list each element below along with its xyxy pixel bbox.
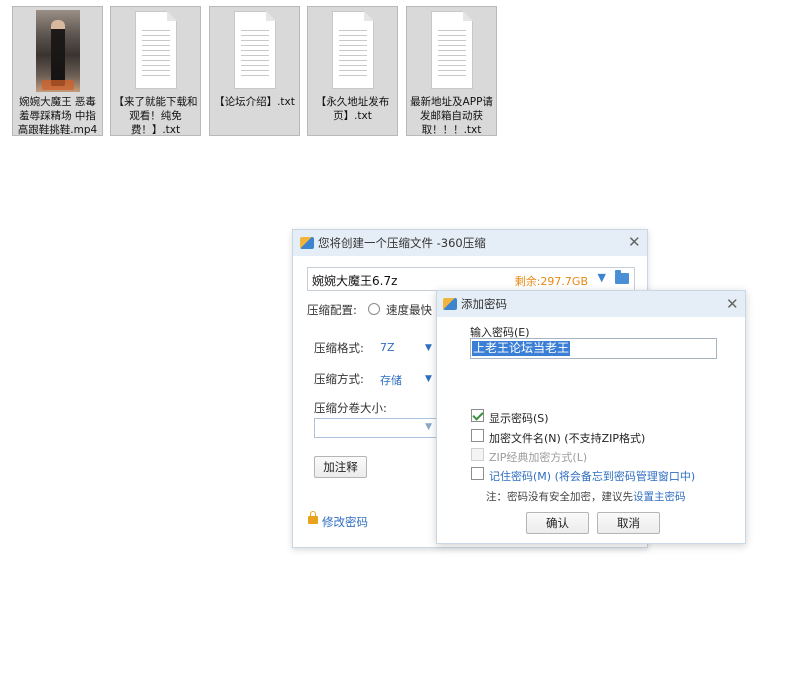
change-password-link[interactable]: 修改密码: [322, 514, 368, 530]
encrypt-filenames-label: 加密文件名(N) (不支持ZIP格式): [489, 432, 646, 445]
add-password-dialog: 添加密码 ✕ 输入密码(E) 上老王论坛当老王 显示密码(S) 加密文件名(N)…: [436, 290, 746, 544]
app-icon: [443, 298, 457, 310]
title-bar: 添加密码 ✕: [437, 291, 745, 317]
add-comment-button[interactable]: 加注释: [314, 456, 367, 478]
password-value: 上老王论坛当老王: [472, 341, 571, 356]
file-txt-address[interactable]: 【永久地址发布页】.txt: [307, 6, 398, 136]
format-select[interactable]: 7Z: [380, 341, 395, 354]
free-space: 剩余:297.7GB: [514, 275, 588, 288]
close-icon[interactable]: ✕: [628, 235, 641, 250]
method-label: 压缩方式:: [314, 372, 364, 386]
lock-icon: [308, 511, 318, 524]
chevron-down-icon[interactable]: ▼: [425, 374, 432, 384]
file-name: 婉婉大魔王 恶毒羞辱踩精场 中指高跟鞋挑鞋.mp4: [17, 96, 98, 136]
split-size-combo[interactable]: ▼: [314, 418, 437, 438]
split-label: 压缩分卷大小:: [314, 401, 387, 415]
file-name: 最新地址及APP请发邮箱自动获取！！！.txt: [410, 96, 493, 136]
speed-label: 速度最快: [386, 303, 432, 317]
chevron-down-icon[interactable]: ▼: [598, 271, 606, 284]
text-file-icon: [431, 11, 473, 89]
chevron-down-icon[interactable]: ▼: [425, 343, 432, 353]
show-password-checkbox[interactable]: [471, 409, 484, 422]
show-password-label: 显示密码(S): [489, 412, 549, 425]
app-icon: [300, 237, 314, 249]
password-input[interactable]: 上老王论坛当老王: [470, 338, 717, 359]
file-name: 【永久地址发布页】.txt: [315, 96, 390, 122]
dialog-title: 添加密码: [461, 297, 507, 311]
security-note: 注：密码没有安全加密，建议先设置主密码: [486, 489, 686, 504]
zip-classic-checkbox[interactable]: [471, 448, 484, 461]
speed-radio[interactable]: [368, 303, 380, 315]
close-icon[interactable]: ✕: [726, 297, 739, 312]
file-txt-forum[interactable]: 【论坛介绍】.txt: [209, 6, 300, 136]
method-select[interactable]: 存储: [380, 372, 402, 388]
cancel-button[interactable]: 取消: [597, 512, 660, 534]
archive-name: 婉婉大魔王6.7z: [312, 274, 398, 288]
text-file-icon: [135, 11, 177, 89]
set-master-password-link[interactable]: 设置主密码: [633, 491, 686, 503]
chevron-down-icon[interactable]: ▼: [425, 422, 432, 432]
file-name: 【来了就能下载和观看！纯免费！】.txt: [113, 96, 198, 136]
file-name: 【论坛介绍】.txt: [214, 96, 295, 108]
text-file-icon: [332, 11, 374, 89]
remember-password-label: 记住密码(M) (将会备忘到密码管理窗口中): [489, 470, 696, 483]
folder-icon[interactable]: [615, 270, 629, 284]
ok-button[interactable]: 确认: [526, 512, 589, 534]
file-txt-free[interactable]: 【来了就能下载和观看！纯免费！】.txt: [110, 6, 201, 136]
file-txt-app[interactable]: 最新地址及APP请发邮箱自动获取！！！.txt: [406, 6, 497, 136]
archive-name-field[interactable]: 婉婉大魔王6.7z 剩余:297.7GB ▼: [307, 267, 635, 291]
dialog-title: 您将创建一个压缩文件 -360压缩: [318, 236, 486, 250]
video-thumbnail-icon: [36, 10, 80, 92]
title-bar: 您将创建一个压缩文件 -360压缩 ✕: [293, 230, 647, 256]
format-label: 压缩格式:: [314, 341, 364, 355]
config-label: 压缩配置:: [307, 303, 357, 317]
text-file-icon: [234, 11, 276, 89]
note-text: 注：密码没有安全加密，建议先: [486, 491, 633, 503]
file-video[interactable]: 婉婉大魔王 恶毒羞辱踩精场 中指高跟鞋挑鞋.mp4: [12, 6, 103, 136]
remember-password-checkbox[interactable]: [471, 467, 484, 480]
encrypt-filenames-checkbox[interactable]: [471, 429, 484, 442]
zip-classic-label: ZIP经典加密方式(L): [489, 451, 588, 464]
